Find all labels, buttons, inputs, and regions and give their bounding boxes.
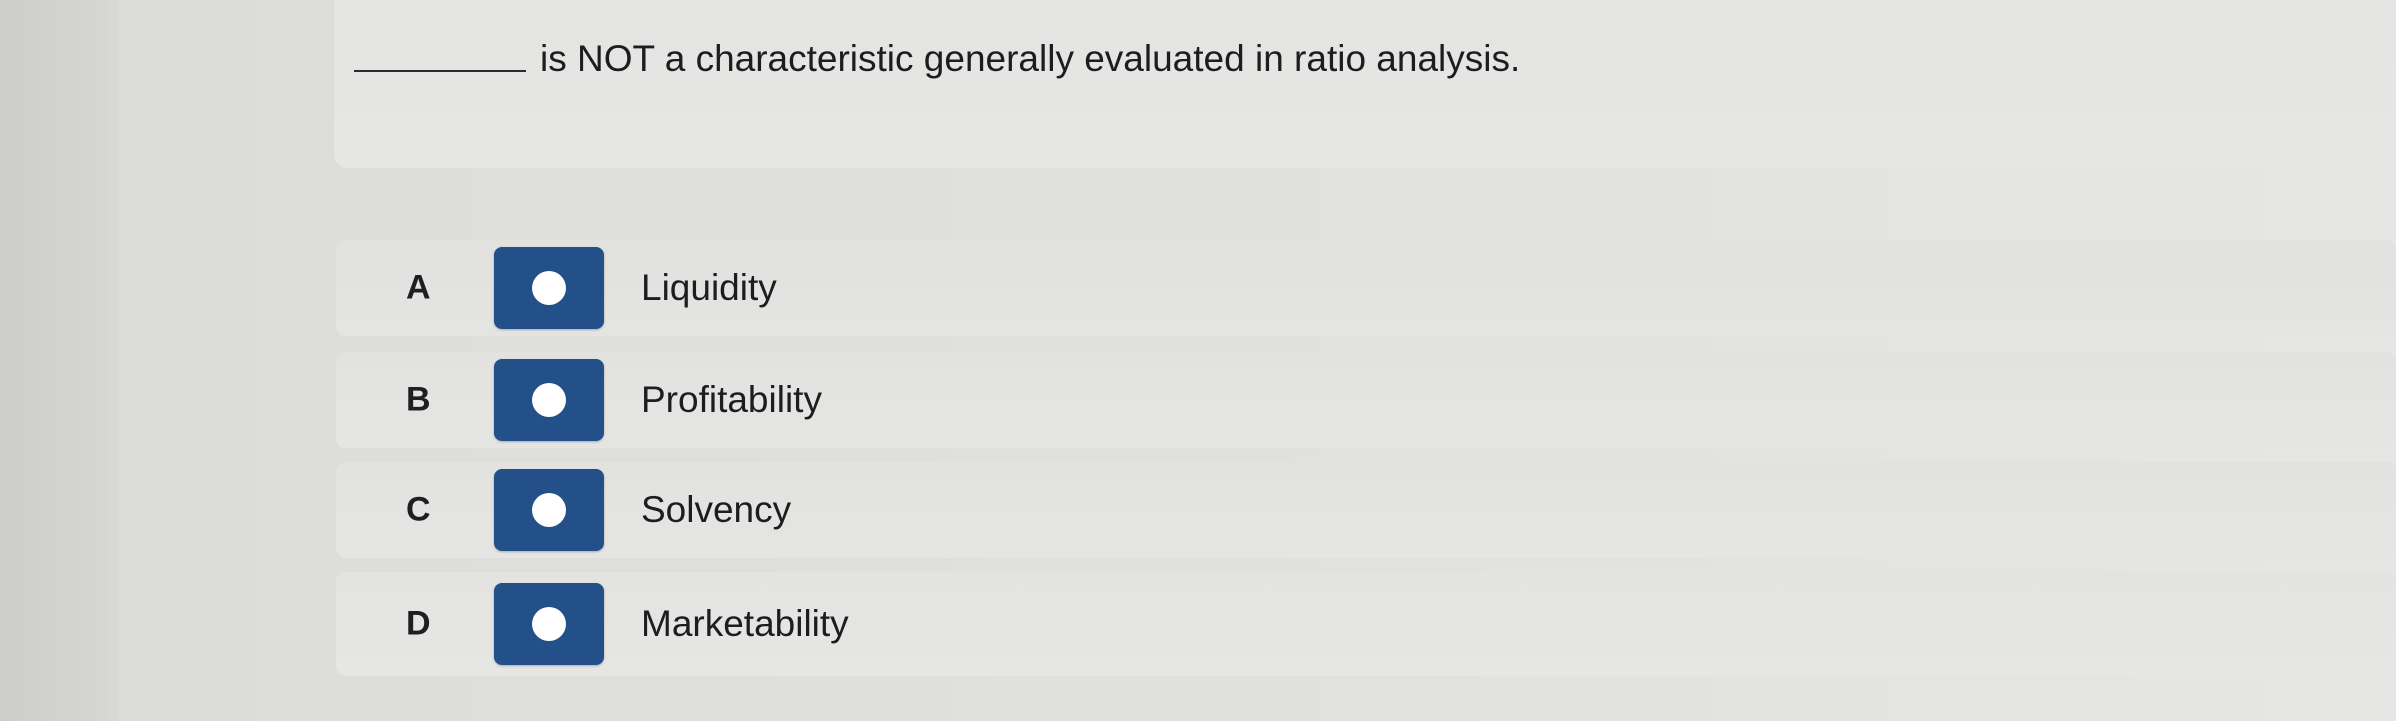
option-label: Profitability bbox=[641, 379, 822, 420]
radio-dot-icon bbox=[532, 493, 566, 527]
radio-button-b[interactable] bbox=[494, 359, 604, 441]
question-text: is NOT a characteristic generally evalua… bbox=[540, 38, 1521, 79]
option-letter: C bbox=[406, 490, 431, 529]
option-label: Marketability bbox=[641, 603, 849, 644]
option-c[interactable]: C Solvency bbox=[336, 462, 2396, 558]
radio-button-c[interactable] bbox=[494, 469, 604, 551]
radio-dot-icon bbox=[532, 607, 566, 641]
option-d[interactable]: D Marketability bbox=[336, 572, 2396, 676]
option-b[interactable]: B Profitability bbox=[336, 352, 2396, 448]
option-letter: B bbox=[406, 380, 431, 419]
answer-blank bbox=[354, 70, 526, 72]
question-card bbox=[334, 0, 2396, 168]
option-label: Solvency bbox=[641, 489, 792, 530]
option-label: Liquidity bbox=[641, 267, 777, 308]
option-letter: A bbox=[406, 268, 431, 307]
option-letter: D bbox=[406, 604, 431, 643]
option-a[interactable]: A Liquidity bbox=[336, 240, 2396, 336]
radio-dot-icon bbox=[532, 383, 566, 417]
left-margin bbox=[0, 0, 118, 721]
radio-dot-icon bbox=[532, 271, 566, 305]
question-stem: is NOT a characteristic generally evalua… bbox=[354, 38, 1520, 80]
radio-button-a[interactable] bbox=[494, 247, 604, 329]
radio-button-d[interactable] bbox=[494, 583, 604, 665]
